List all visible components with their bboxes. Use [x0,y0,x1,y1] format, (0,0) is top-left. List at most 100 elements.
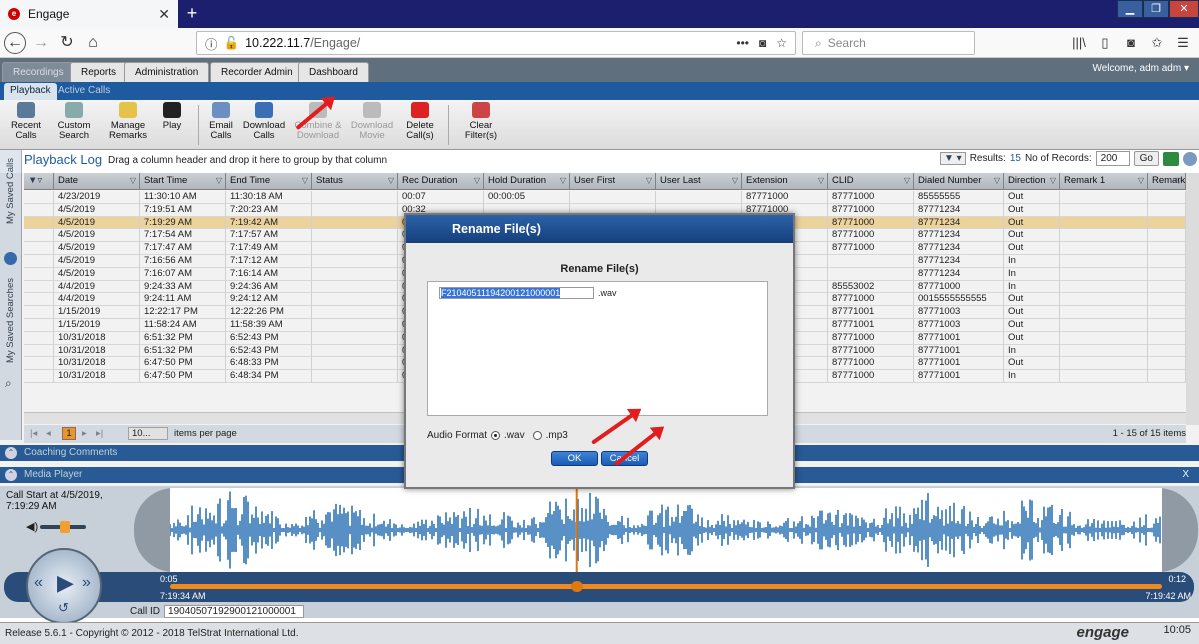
minimize-window-icon[interactable]: ▁ [1117,0,1143,18]
time-right: 7:19:42 AM [1145,591,1191,601]
clear-filters-icon [472,102,490,118]
waveform-svg [170,488,1161,572]
close-tab-icon[interactable]: ✕ [158,6,170,23]
clear-filters-label: Clear Filter(s) [464,120,498,141]
subtab-bar [0,82,1199,100]
tab-dashboard[interactable]: Dashboard [298,62,369,82]
replay-icon[interactable]: ↺ [58,600,69,616]
delete-calls-label: Delete Call(s) [406,120,434,141]
filter-dropdown-icon[interactable]: ▼ ▾ [940,152,966,165]
bookmark-star-icon[interactable]: ☆ [776,36,787,50]
volume-icon[interactable]: ◀) [26,520,38,533]
waveform[interactable] [170,488,1162,572]
custom-search-icon [65,102,83,118]
mp3-radio[interactable] [532,431,542,440]
dialog-title: Rename File(s) [406,215,793,243]
recent-calls-button[interactable]: Recent Calls [6,102,46,141]
pocket-icon[interactable]: ◙ [759,36,766,50]
browser-tab[interactable]: e Engage ✕ [0,0,178,28]
progress-knob[interactable] [570,581,583,592]
insecure-lock-icon: 🔓 [223,35,240,50]
back-icon[interactable]: ← [4,32,26,54]
call-id-row: Call ID 19040507192900121000001 [130,605,305,618]
manage-remarks-button[interactable]: Manage Remarks [104,102,152,141]
download-movie-label: Download Movie [350,120,394,141]
toolbar-separator [448,105,449,145]
clear-filters-button[interactable]: Clear Filter(s) [462,102,500,141]
address-bar[interactable]: ⓘ 🔓 10.222.11.7/Engage/ ••• ◙ ☆ [196,31,796,55]
playback-controls: « ▶ » ↺ [26,548,102,624]
page-actions-icon[interactable]: ••• [736,36,749,50]
audio-format: Audio Format .wav .mp3 [427,430,568,441]
forward-icon[interactable]: → [30,32,52,54]
export-excel-icon[interactable] [1163,151,1179,166]
extensions-icon[interactable]: ✩ [1146,32,1168,54]
pocket-toolbar-icon[interactable]: ◙ [1120,32,1142,54]
close-window-icon[interactable]: ✕ [1169,0,1199,18]
tab-recordings[interactable]: Recordings [2,62,75,82]
email-calls-icon [212,102,230,118]
download-movie-button[interactable]: Download Movie [348,102,396,141]
delete-calls-button[interactable]: Delete Call(s) [404,102,436,141]
manage-remarks-icon [119,102,137,118]
new-tab-icon[interactable]: + [180,2,204,26]
release-text: Release 5.6.1 - Copyright © 2012 - 2018 … [5,628,299,639]
search-icon: ⌕ [815,35,822,50]
restore-window-icon[interactable]: ❐ [1143,0,1169,18]
call-start-info: Call Start at 4/5/2019, 7:19:29 AM [6,490,103,512]
tab-administration[interactable]: Administration [124,62,210,82]
file-list [427,281,768,416]
footer: Release 5.6.1 - Copyright © 2012 - 2018 … [0,622,1199,644]
position-left: 0:05 [160,574,178,584]
reload-icon[interactable]: ↻ [56,32,78,54]
browser-navbar: ← → ↻ ⌂ ⓘ 🔓 10.222.11.7/Engage/ ••• ◙ ☆ … [0,28,1199,58]
menu-icon[interactable]: ☰ [1172,32,1194,54]
play-button[interactable]: Play [160,102,184,131]
playback-log-title: Playback Log [24,152,103,167]
group-hint: Drag a column header and drop it here to… [108,155,388,166]
browser-tab-title: Engage [28,7,70,21]
volume-slider[interactable] [40,521,86,533]
engage-logo: engage [1076,624,1129,641]
mp3-label: .mp3 [545,430,568,441]
call-id-value[interactable]: 19040507192900121000001 [164,605,305,618]
fast-forward-icon[interactable]: » [82,574,91,592]
rewind-icon[interactable]: « [34,574,43,592]
download-calls-button[interactable]: Download Calls [240,102,288,141]
wav-radio[interactable] [491,431,501,440]
welcome-user-menu[interactable]: Welcome, adm adm ▾ [1092,63,1189,74]
results-count: 15 [1009,153,1021,164]
tab-reports[interactable]: Reports [70,62,128,82]
library-icon[interactable]: |||\ [1068,32,1090,54]
info-icon[interactable]: ⓘ [205,34,218,53]
subtab-active-calls[interactable]: Active Calls [52,83,116,100]
records-input[interactable]: 200 [1095,151,1130,166]
ok-button[interactable]: OK [551,451,598,466]
go-button[interactable]: Go [1133,151,1159,166]
download-calls-icon [255,102,273,118]
dialog-heading: Rename File(s) [560,263,639,275]
progress-track[interactable] [170,581,1162,592]
time-left: 7:19:34 AM [160,591,206,601]
custom-search-button[interactable]: Custom Search [52,102,96,141]
custom-search-label: Custom Search [57,120,91,141]
email-calls-button[interactable]: Email Calls [206,102,236,141]
email-calls-label: Email Calls [209,120,233,141]
search-box[interactable]: ⌕ Search [802,31,975,55]
subtab-playback[interactable]: Playback [4,83,57,100]
tab-recorder-admin[interactable]: Recorder Admin [210,62,304,82]
filename-value: F21040511194200121000001 [441,288,561,298]
play-icon[interactable]: ▶ [57,570,74,596]
url-host: 10.222.11.7 [245,36,311,50]
home-icon[interactable]: ⌂ [82,32,104,54]
audio-format-label: Audio Format [427,430,488,441]
sidebar-icon[interactable]: ▯ [1094,32,1116,54]
wav-label: .wav [504,430,525,441]
recent-calls-icon [17,102,35,118]
play-icon [163,102,181,118]
filename-input[interactable]: F21040511194200121000001 [439,287,594,299]
settings-icon[interactable] [1183,151,1197,166]
download-calls-label: Download Calls [242,120,286,141]
recent-calls-label: Recent Calls [10,120,42,141]
play-label: Play [162,120,182,131]
